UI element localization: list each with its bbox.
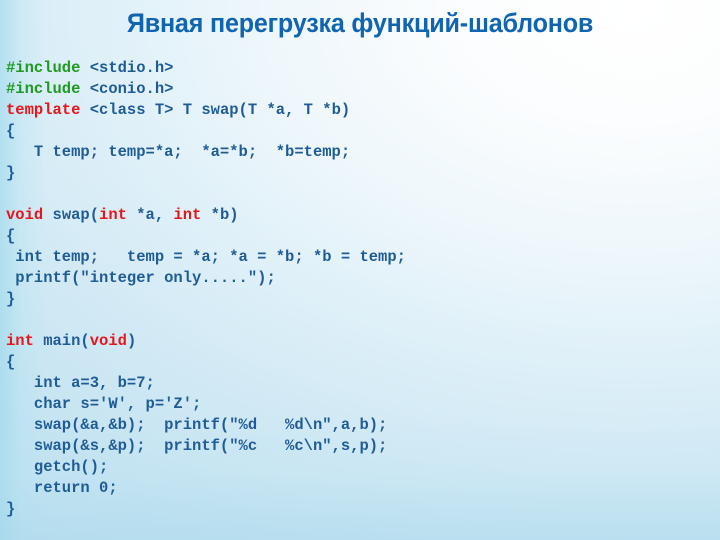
code-token: *b) bbox=[201, 206, 239, 224]
code-token: ) bbox=[126, 332, 137, 350]
code-line: printf("integer only....."); bbox=[6, 268, 720, 289]
code-line: #include <conio.h> bbox=[6, 79, 720, 100]
slide-title: Явная перегрузка функций-шаблонов bbox=[126, 8, 594, 38]
code-token: int bbox=[173, 206, 202, 224]
code-line: #include <stdio.h> bbox=[6, 58, 720, 79]
code-token: int a=3, b=7; bbox=[6, 374, 155, 392]
code-line: return 0; bbox=[6, 478, 720, 499]
code-token: swap(&a,&b); printf("%d %d\n",a,b); bbox=[6, 416, 388, 434]
code-line: { bbox=[6, 352, 720, 373]
code-token: } bbox=[6, 500, 16, 518]
code-line: int a=3, b=7; bbox=[6, 373, 720, 394]
code-line: } bbox=[6, 499, 720, 520]
code-token: { bbox=[6, 353, 16, 371]
code-line: } bbox=[6, 289, 720, 310]
code-token: int temp; temp = *a; *a = *b; *b = temp; bbox=[6, 248, 406, 266]
code-line: char s='W', p='Z'; bbox=[6, 394, 720, 415]
code-token: { bbox=[6, 227, 16, 245]
code-token: <stdio.h> bbox=[89, 59, 174, 77]
code-token: char s='W', p='Z'; bbox=[6, 395, 202, 413]
code-token: #include bbox=[6, 80, 90, 98]
code-line: swap(&s,&p); printf("%c %c\n",s,p); bbox=[6, 436, 720, 457]
code-token: T temp; temp=*a; *a=*b; *b=temp; bbox=[6, 143, 351, 161]
code-token: void bbox=[6, 206, 44, 224]
code-line: int temp; temp = *a; *a = *b; *b = temp; bbox=[6, 247, 720, 268]
code-token: void bbox=[89, 332, 127, 350]
code-token: printf("integer only....."); bbox=[6, 269, 276, 287]
code-token: <conio.h> bbox=[89, 80, 174, 98]
code-line: void swap(int *a, int *b) bbox=[6, 205, 720, 226]
code-line: int main(void) bbox=[6, 331, 720, 352]
code-line: swap(&a,&b); printf("%d %d\n",a,b); bbox=[6, 415, 720, 436]
code-token: #include bbox=[6, 59, 90, 77]
code-line: getch(); bbox=[6, 457, 720, 478]
code-block: #include <stdio.h> #include <conio.h> temp… bbox=[6, 58, 720, 520]
code-token: int bbox=[99, 206, 127, 224]
code-line: } bbox=[6, 163, 720, 184]
code-token: swap( bbox=[43, 206, 100, 224]
code-line: { bbox=[6, 226, 720, 247]
code-line: T temp; temp=*a; *a=*b; *b=temp; bbox=[6, 142, 720, 163]
code-token: int bbox=[6, 332, 34, 350]
code-line: template <class T> T swap(T *a, T *b) bbox=[6, 100, 720, 121]
code-token: main( bbox=[33, 332, 90, 350]
code-token: *a, bbox=[126, 206, 174, 224]
code-token: <class T> T swap(T *a, T *b) bbox=[80, 101, 351, 119]
code-token: template bbox=[6, 101, 81, 119]
code-token: } bbox=[6, 290, 16, 308]
code-token: } bbox=[6, 164, 16, 182]
code-token: getch(); bbox=[6, 458, 109, 476]
code-line: { bbox=[6, 121, 720, 142]
code-token: swap(&s,&p); printf("%c %c\n",s,p); bbox=[6, 437, 388, 455]
code-token: return 0; bbox=[6, 479, 118, 497]
slide-canvas: Явная перегрузка функций-шаблонов #inclu… bbox=[0, 0, 720, 540]
code-token: { bbox=[6, 122, 16, 140]
